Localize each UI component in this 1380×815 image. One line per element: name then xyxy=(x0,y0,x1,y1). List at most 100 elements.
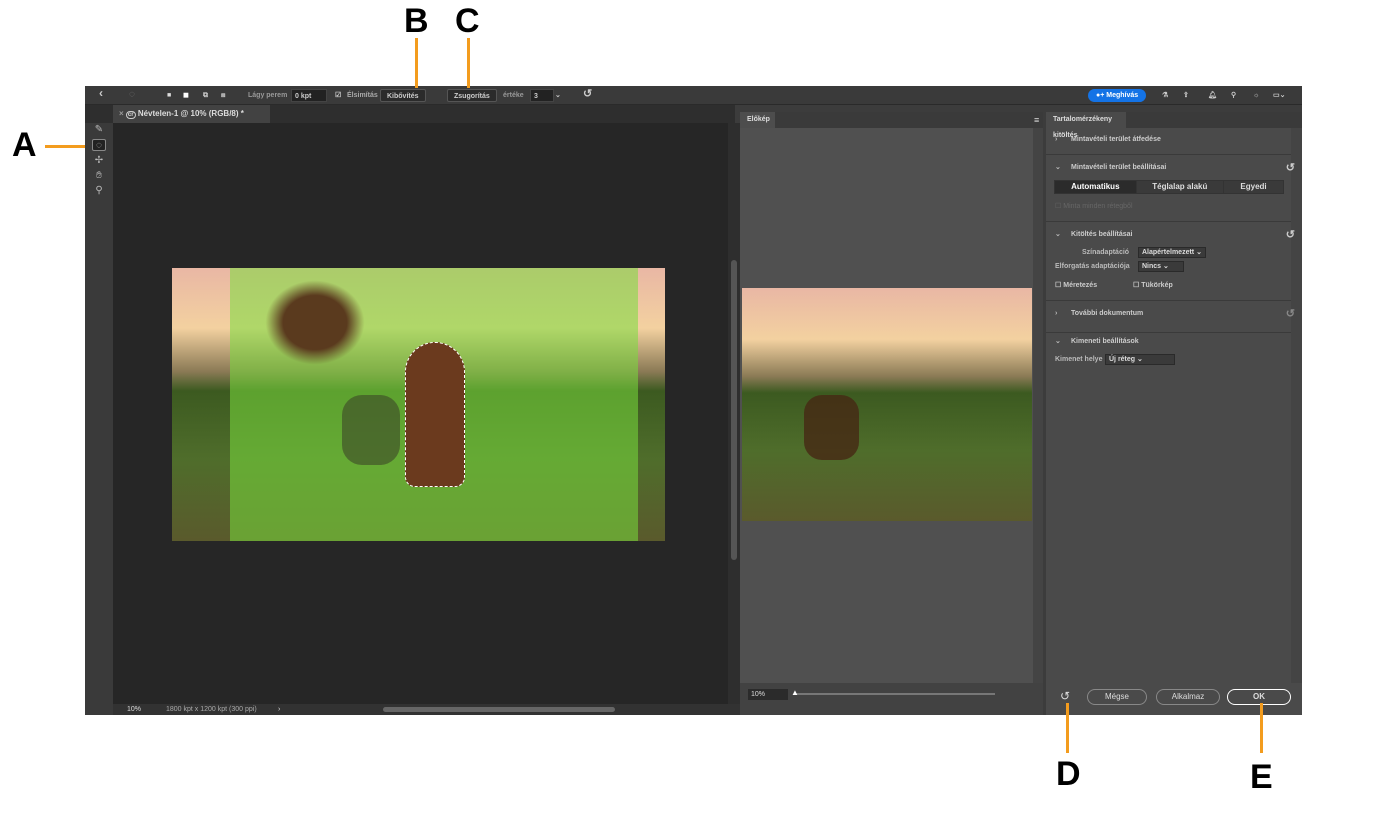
rotation-adaptation-dropdown[interactable]: Nincs ⌄ xyxy=(1138,261,1184,272)
section-sampling-overlay[interactable]: › Mintavételi terület átfedése xyxy=(1046,130,1291,154)
lightbulb-icon[interactable]: ☼ xyxy=(1253,89,1259,102)
callout-c-line xyxy=(467,38,470,88)
section-label: További dokumentum xyxy=(1071,310,1144,317)
dropdown-value: Új réteg xyxy=(1109,356,1136,363)
feather-input[interactable]: 0 kpt xyxy=(291,89,327,102)
mirror-checkbox[interactable]: ☐ Tükörkép xyxy=(1133,281,1173,289)
chevron-down-icon: ⌄ xyxy=(1055,164,1061,171)
tree xyxy=(265,280,365,365)
reset-icon[interactable]: ↺ xyxy=(1286,222,1295,248)
lasso-tool-icon[interactable]: ◌ xyxy=(92,139,106,151)
callout-c: C xyxy=(455,2,480,40)
section-label: Kitöltés beállításai xyxy=(1071,231,1133,238)
grazing-horse xyxy=(342,395,400,465)
scale-label: Méretezés xyxy=(1063,282,1098,289)
subtract-selection-icon[interactable]: ⧉ xyxy=(203,89,208,102)
share-icon[interactable]: ⇪ xyxy=(1183,89,1189,102)
mirror-label: Tükörkép xyxy=(1141,282,1173,289)
chevron-right-icon[interactable]: › xyxy=(278,704,280,715)
reset-all-icon[interactable]: ↺ xyxy=(1060,689,1070,703)
section-label: Mintavételi terület átfedése xyxy=(1071,136,1161,143)
reset-icon[interactable]: ↺ xyxy=(1286,301,1295,327)
apply-button[interactable]: Alkalmaz xyxy=(1156,689,1220,705)
mode-automatic[interactable]: Automatikus xyxy=(1055,181,1136,193)
options-bar: ‹ ◌ ■ ◼ ⧉ ⧈ Lágy perem 0 kpt ☑ Élsimítás… xyxy=(85,86,1302,113)
zoom-level[interactable]: 10% xyxy=(127,704,141,715)
panel-tab[interactable]: Tartalomérzékeny kitöltés xyxy=(1046,112,1126,139)
antialias-label: Élsimítás xyxy=(347,92,378,99)
panel-scrollbar[interactable] xyxy=(1291,128,1302,683)
intersect-selection-icon[interactable]: ⧈ xyxy=(221,89,225,102)
antialias-checkbox[interactable]: ☑ xyxy=(335,89,341,102)
close-icon[interactable]: × xyxy=(119,109,126,118)
lasso-icon[interactable]: ◌ xyxy=(129,88,135,101)
preview-image xyxy=(742,288,1032,521)
user-add-icon: ●+ xyxy=(1096,92,1107,99)
scale-checkbox[interactable]: ☐ Méretezés xyxy=(1055,281,1097,289)
output-label: Kimenet helye xyxy=(1055,356,1103,363)
add-selection-icon[interactable]: ◼ xyxy=(183,89,189,102)
callout-d-line xyxy=(1066,703,1069,753)
workspace-icon[interactable]: ▭⌄ xyxy=(1273,89,1285,102)
document-title: Névtelen-1 @ 10% (RGB/8) * xyxy=(137,109,244,118)
section-label: Kimeneti beállítások xyxy=(1071,338,1139,345)
slider-handle[interactable]: ▲ xyxy=(791,688,799,697)
pin-icon[interactable]: ✢ xyxy=(92,155,106,167)
document-tab[interactable]: × cr Névtelen-1 @ 10% (RGB/8) * xyxy=(113,105,270,123)
preview-horse xyxy=(804,395,859,460)
callout-a-line xyxy=(45,145,85,148)
amount-label: értéke xyxy=(503,92,524,99)
horizontal-scrollbar[interactable] xyxy=(383,707,615,712)
zoom-icon[interactable]: ⚲ xyxy=(92,185,106,197)
output-dropdown[interactable]: Új réteg ⌄ xyxy=(1105,354,1175,365)
color-adaptation-dropdown[interactable]: Alapértelmezett ⌄ xyxy=(1138,247,1206,258)
brush-icon[interactable]: ✎ xyxy=(92,124,106,136)
rotation-adaptation-label: Elforgatás adaptációja xyxy=(1055,263,1130,270)
search-icon[interactable]: ⚲ xyxy=(1231,89,1236,102)
callout-e-line xyxy=(1260,703,1263,753)
dropdown-value: Alapértelmezett xyxy=(1142,249,1195,256)
chevron-right-icon: › xyxy=(1055,310,1058,317)
document-info: 1800 kpt x 1200 kpt (300 ppi) xyxy=(166,706,257,713)
reset-icon[interactable]: ↺ xyxy=(1286,155,1295,181)
reset-icon[interactable]: ↺ xyxy=(583,88,592,101)
invite-button[interactable]: ●+ Meghívás xyxy=(1088,89,1147,102)
mode-rectangular[interactable]: Téglalap alakú xyxy=(1135,181,1223,193)
chevron-down-icon: ⌄ xyxy=(1055,338,1061,345)
scrollbar-thumb[interactable] xyxy=(731,260,737,560)
callout-e: E xyxy=(1250,758,1273,796)
preview-tab[interactable]: Előkép xyxy=(740,112,775,128)
chevron-down-icon: ⌄ xyxy=(1055,231,1061,238)
sampling-mode-segmented: Automatikus Téglalap alakú Egyedi xyxy=(1054,180,1284,194)
invite-label: Meghívás xyxy=(1106,92,1139,99)
section-output-settings[interactable]: ⌄ Kimeneti beállítások xyxy=(1046,332,1291,372)
feather-label: Lágy perem xyxy=(248,92,288,99)
sample-all-layers-label: Minta minden rétegből xyxy=(1063,203,1133,210)
expand-button[interactable]: Kibővítés xyxy=(380,89,426,102)
mode-custom[interactable]: Egyedi xyxy=(1223,181,1283,193)
contract-button[interactable]: Zsugorítás xyxy=(447,89,497,102)
color-adaptation-label: Színadaptáció xyxy=(1082,249,1130,256)
horse-selection xyxy=(405,342,465,487)
preview-zoom-input[interactable]: 10% xyxy=(748,689,788,700)
amount-input[interactable]: 3 kpt xyxy=(530,89,554,113)
callout-b: B xyxy=(404,2,429,40)
menu-icon[interactable]: ≡ xyxy=(1034,115,1039,125)
status-bar: 10% 1800 kpt x 1200 kpt (300 ppi) › xyxy=(113,704,740,715)
bell-icon[interactable]: 🔔︎ xyxy=(1208,89,1217,102)
chevron-down-icon[interactable]: ⌄ xyxy=(555,89,561,102)
dropdown-value: Nincs xyxy=(1142,263,1162,270)
callout-d: D xyxy=(1056,755,1081,793)
back-icon[interactable]: ‹ xyxy=(99,87,103,100)
cloud-doc-icon: cr xyxy=(125,111,136,119)
flask-icon[interactable]: ⚗ xyxy=(1162,89,1168,102)
cancel-button[interactable]: Mégse xyxy=(1087,689,1147,705)
callout-b-line xyxy=(415,38,418,88)
hand-icon[interactable]: ✋︎ xyxy=(92,170,106,182)
preview-zoom-slider[interactable] xyxy=(795,693,995,695)
preview-scrollbar[interactable] xyxy=(1033,128,1043,683)
section-more-document[interactable]: › További dokumentum ↺ xyxy=(1046,300,1295,332)
new-selection-icon[interactable]: ■ xyxy=(167,89,171,102)
sample-all-layers-checkbox[interactable]: ☐ Minta minden rétegből xyxy=(1055,202,1133,210)
ok-button[interactable]: OK xyxy=(1227,689,1291,705)
